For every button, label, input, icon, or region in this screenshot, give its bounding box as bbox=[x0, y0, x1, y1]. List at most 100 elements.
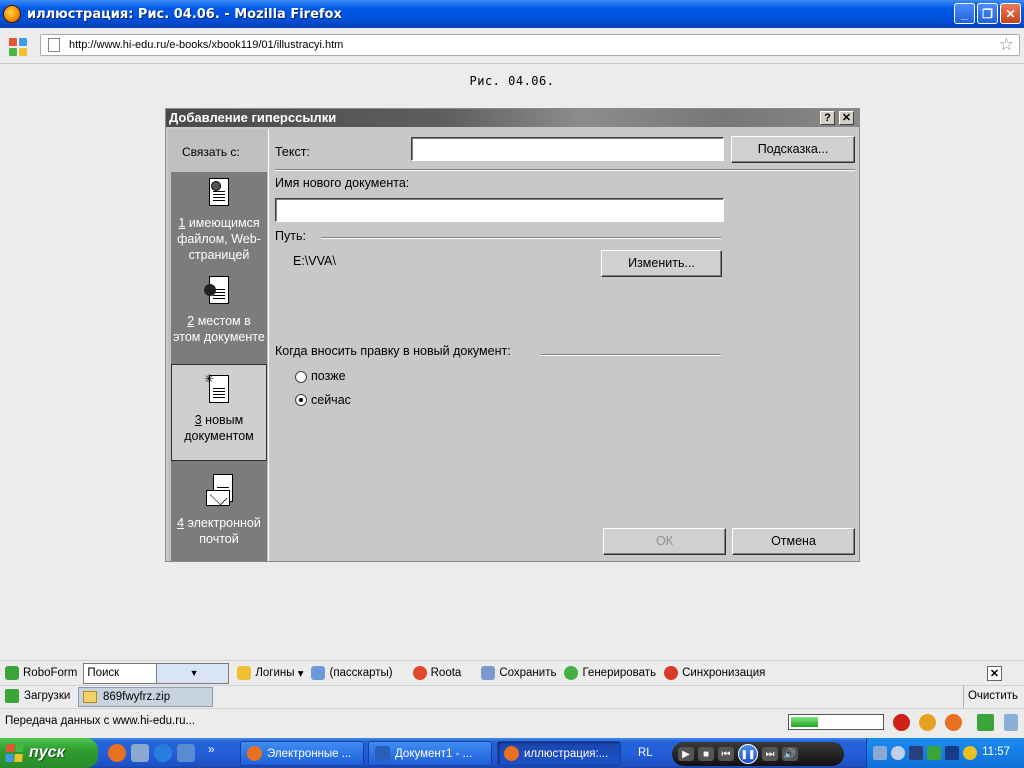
dialog-title: Добавление гиперссылки bbox=[166, 109, 859, 127]
sync-button[interactable]: Синхронизация bbox=[664, 666, 765, 680]
minimize-button[interactable]: _ bbox=[954, 3, 975, 24]
passcards-icon bbox=[311, 666, 326, 680]
link-type-place-in-document[interactable]: 2 местом в этом документе bbox=[171, 276, 267, 362]
roota-icon bbox=[412, 666, 427, 680]
dialog-help-button[interactable]: ? bbox=[820, 111, 835, 125]
bookmark-star-icon[interactable]: ☆ bbox=[999, 36, 1014, 54]
generate-button[interactable]: Генерировать bbox=[564, 666, 656, 680]
sync-icon bbox=[664, 666, 679, 680]
program-quicklaunch-icon[interactable] bbox=[131, 744, 149, 762]
roboform-menu[interactable]: RoboForm bbox=[5, 666, 77, 680]
logins-icon bbox=[237, 666, 252, 680]
new-document-name-input[interactable] bbox=[275, 198, 724, 222]
internet-explorer-icon[interactable] bbox=[154, 744, 172, 762]
chevron-down-icon[interactable]: ▼ bbox=[155, 663, 229, 683]
clear-downloads-button[interactable]: Очистить bbox=[968, 690, 1018, 702]
adblock-icon[interactable] bbox=[893, 714, 910, 731]
apps-grid-icon[interactable] bbox=[9, 38, 27, 56]
resize-icon[interactable] bbox=[1004, 714, 1018, 731]
text-input[interactable] bbox=[411, 137, 724, 161]
tray-security-icon[interactable] bbox=[945, 746, 959, 760]
window-titlebar: иллюстрация: Рис. 04.06. - Mozilla Firef… bbox=[0, 0, 1024, 28]
dialog-main-area: Текст: Подсказка... Имя нового документа… bbox=[268, 129, 859, 561]
taskbar-item-firefox-1[interactable]: Электронные ... bbox=[240, 741, 364, 766]
new-document-icon: ✳ bbox=[204, 372, 234, 407]
separator bbox=[275, 169, 855, 171]
media-play-icon[interactable]: ▶ bbox=[678, 747, 694, 761]
media-player-toolbar: ▶ ■ ⏮ ❚❚ ⏭ 🔊 bbox=[672, 742, 844, 766]
clock[interactable]: 11:57 bbox=[982, 746, 1010, 758]
save-button[interactable]: Сохранить bbox=[481, 666, 556, 680]
figure-caption: Рис. 04.06. bbox=[469, 74, 555, 88]
logins-button[interactable]: Логины ▾ bbox=[237, 666, 303, 680]
radio-now-label[interactable]: сейчас bbox=[311, 393, 351, 407]
dialog-close-button[interactable]: ✕ bbox=[839, 111, 854, 125]
roota-button[interactable]: Roota bbox=[412, 666, 461, 680]
link-type-existing-file[interactable]: 1 имеющимся файлом, Web-страницей bbox=[171, 178, 267, 270]
more-quicklaunch-icon[interactable]: » bbox=[208, 742, 215, 756]
network-icon[interactable] bbox=[873, 746, 887, 760]
firefox-icon bbox=[504, 746, 519, 761]
firefox-logo-icon bbox=[3, 5, 21, 23]
folder-icon bbox=[83, 691, 97, 703]
media-pause-icon[interactable]: ❚❚ bbox=[738, 744, 758, 764]
link-to-panel: Связать с: 1 имеющимся файлом, Web-стран… bbox=[168, 129, 268, 561]
cancel-button[interactable]: Отмена bbox=[732, 528, 855, 555]
roboform-close-button[interactable]: ✕ bbox=[987, 666, 1002, 681]
address-bar[interactable]: http://www.hi-edu.ru/e-books/xbook119/01… bbox=[40, 34, 1020, 56]
link-type-new-document[interactable]: ✳ 3 новым документом bbox=[171, 364, 267, 461]
downloads-bar: Загрузки 869fwyfrz.zip Очистить bbox=[0, 685, 1024, 708]
roboform-tray-icon[interactable] bbox=[927, 746, 941, 760]
path-label: Путь: bbox=[275, 229, 306, 243]
hyperlink-dialog-image: Добавление гиперссылки ? ✕ Связать с: 1 … bbox=[165, 108, 860, 562]
firefox-icon bbox=[247, 746, 262, 761]
windows-logo-icon bbox=[5, 744, 25, 762]
roboform-icon bbox=[5, 666, 19, 680]
word-icon bbox=[375, 746, 390, 761]
taskbar-item-firefox-active[interactable]: иллюстрация:... bbox=[497, 741, 621, 766]
close-button[interactable]: ✕ bbox=[1000, 3, 1021, 24]
media-prev-icon[interactable]: ⏮ bbox=[718, 747, 734, 761]
passcards-button[interactable]: (пасскарты) bbox=[311, 666, 393, 680]
roboform-status-icon[interactable] bbox=[977, 714, 994, 731]
firefox-quicklaunch-icon[interactable] bbox=[108, 744, 126, 762]
link-to-label: Связать с: bbox=[182, 145, 240, 159]
media-stop-icon[interactable]: ■ bbox=[698, 747, 714, 761]
place-in-document-icon bbox=[204, 276, 234, 308]
link-type-email[interactable]: 4 электронной почтой bbox=[171, 474, 267, 556]
tray-app-icon[interactable] bbox=[891, 746, 905, 760]
generate-icon bbox=[564, 666, 579, 680]
tray-antivirus-icon[interactable] bbox=[963, 746, 977, 760]
language-indicator[interactable]: RL bbox=[638, 747, 653, 759]
tip-button[interactable]: Подсказка... bbox=[731, 136, 855, 163]
maximize-button[interactable]: ❐ bbox=[977, 3, 998, 24]
downloads-label[interactable]: Загрузки bbox=[24, 690, 70, 702]
path-value: E:\VVA\ bbox=[293, 254, 336, 268]
radio-later[interactable] bbox=[295, 371, 307, 383]
tray-monitor-icon[interactable] bbox=[909, 746, 923, 760]
radio-now[interactable] bbox=[295, 394, 307, 406]
divider bbox=[963, 686, 964, 708]
email-icon bbox=[204, 474, 234, 510]
progress-bar bbox=[788, 714, 884, 730]
window-title: иллюстрация: Рис. 04.06. - Mozilla Firef… bbox=[27, 6, 342, 22]
page-icon bbox=[48, 38, 60, 52]
url-text[interactable]: http://www.hi-edu.ru/e-books/xbook119/01… bbox=[69, 39, 343, 51]
start-button[interactable]: пуск bbox=[0, 738, 98, 768]
save-icon bbox=[481, 666, 496, 680]
media-next-icon[interactable]: ⏭ bbox=[762, 747, 778, 761]
show-desktop-icon[interactable] bbox=[177, 744, 195, 762]
taskbar-item-word[interactable]: Документ1 - ... bbox=[368, 741, 492, 766]
link-type-list: 1 имеющимся файлом, Web-страницей 2 мест… bbox=[171, 172, 267, 561]
navigation-bar: http://www.hi-edu.ru/e-books/xbook119/01… bbox=[0, 28, 1024, 64]
path-separator bbox=[321, 237, 721, 239]
web-page-icon bbox=[204, 178, 234, 210]
change-path-button[interactable]: Изменить... bbox=[601, 250, 722, 277]
download-item[interactable]: 869fwyfrz.zip bbox=[78, 687, 213, 707]
roboform-search-input[interactable]: Поиск ▼ bbox=[83, 662, 230, 684]
volume-icon[interactable]: 🔊 bbox=[782, 747, 798, 761]
ok-button[interactable]: ОК bbox=[603, 528, 726, 555]
firefox-addon-icon[interactable] bbox=[945, 714, 962, 731]
greasemonkey-icon[interactable] bbox=[919, 714, 936, 731]
radio-later-label[interactable]: позже bbox=[311, 369, 346, 383]
